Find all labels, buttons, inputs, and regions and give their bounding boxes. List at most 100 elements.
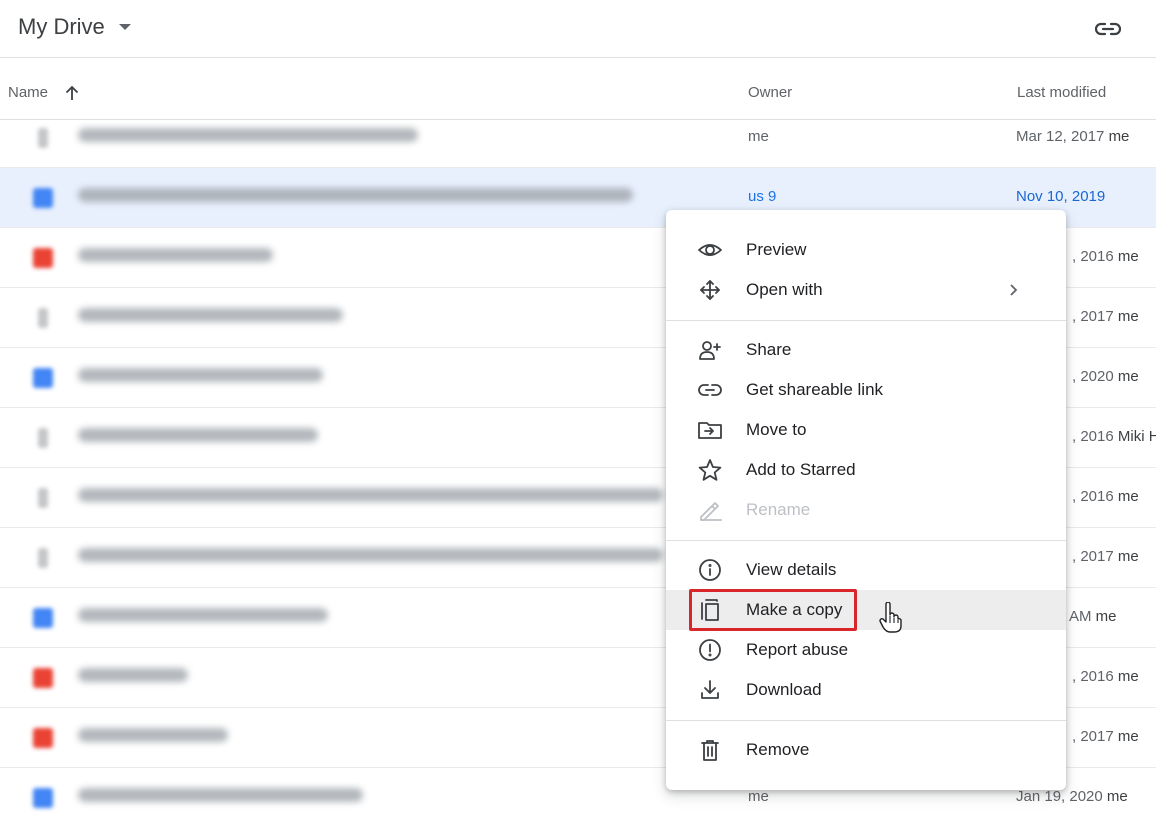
- menu-separator: [666, 320, 1066, 321]
- download-icon: [697, 678, 723, 702]
- doc-icon: [33, 608, 53, 628]
- folder-move-icon: [697, 418, 723, 442]
- menu-item-label: View details: [746, 560, 837, 579]
- dropdown-caret-icon[interactable]: [119, 24, 131, 30]
- menu-item-label: Add to Starred: [746, 460, 856, 479]
- file-name-blurred[interactable]: [78, 608, 328, 622]
- modified-date: , 2016: [1072, 248, 1114, 265]
- file-owner: me: [748, 128, 769, 145]
- menu-item-report-abuse[interactable]: Report abuse: [666, 630, 1066, 670]
- file-icon: [38, 128, 48, 148]
- modified-date: , 2017: [1072, 548, 1114, 565]
- file-name-blurred[interactable]: [78, 548, 663, 562]
- file-name-blurred[interactable]: [78, 788, 363, 802]
- menu-item-label: Move to: [746, 420, 807, 439]
- modified-by: me: [1095, 608, 1117, 625]
- menu-item-label: Remove: [746, 740, 810, 759]
- menu-item-rename: Rename: [666, 490, 1066, 530]
- menu-item-add-to-starred[interactable]: Add to Starred: [666, 450, 1066, 490]
- file-icon: [38, 548, 48, 568]
- doc-icon: [33, 368, 53, 388]
- menu-separator: [666, 540, 1066, 541]
- sort-ascending-icon[interactable]: [63, 84, 81, 102]
- modified-date: Jan 19, 2020: [1016, 788, 1103, 805]
- modified-date: Mar 12, 2017: [1016, 128, 1105, 145]
- file-name-blurred[interactable]: [78, 488, 663, 502]
- modified-by: me: [1117, 488, 1139, 505]
- file-name-blurred[interactable]: [78, 728, 228, 742]
- modified-date: AM: [1069, 608, 1092, 625]
- file-last-modified: AM me: [1069, 608, 1117, 625]
- modified-by: me: [1117, 548, 1139, 565]
- file-last-modified: , 2017 me: [1072, 728, 1139, 745]
- menu-item-label: Share: [746, 340, 792, 359]
- doc-icon: [33, 788, 53, 808]
- modified-date: , 2017: [1072, 308, 1114, 325]
- chevron-right-icon: [1006, 282, 1020, 298]
- file-icon: [38, 308, 48, 328]
- move-arrows-icon: [697, 278, 723, 302]
- menu-item-download[interactable]: Download: [666, 670, 1066, 710]
- modified-date: , 2017: [1072, 728, 1114, 745]
- info-icon: [697, 558, 723, 582]
- file-row[interactable]: me Mar 12, 2017 me: [0, 108, 1156, 168]
- pdf-icon: [33, 668, 53, 688]
- file-name-blurred[interactable]: [78, 188, 633, 202]
- hand-pointer-icon: [878, 601, 902, 634]
- menu-separator: [666, 720, 1066, 721]
- file-owner: us 9: [748, 188, 777, 205]
- pencil-icon: [697, 498, 723, 522]
- menu-item-get-shareable-link[interactable]: Get shareable link: [666, 370, 1066, 410]
- modified-date: , 2020: [1072, 368, 1114, 385]
- file-name-blurred[interactable]: [78, 428, 318, 442]
- file-last-modified: , 2017 me: [1072, 308, 1139, 325]
- file-last-modified: , 2016 me: [1072, 488, 1139, 505]
- menu-item-label: Report abuse: [746, 640, 849, 659]
- modified-by: me: [1108, 128, 1130, 145]
- modified-by: me: [1117, 728, 1139, 745]
- file-last-modified: , 2017 me: [1072, 548, 1139, 565]
- report-icon: [697, 638, 723, 662]
- file-name-blurred[interactable]: [78, 308, 343, 322]
- menu-item-remove[interactable]: Remove: [666, 730, 1066, 770]
- file-owner: me: [748, 788, 769, 805]
- link-icon: [697, 378, 723, 402]
- make-a-copy-highlight: [689, 589, 857, 631]
- drive-header: My Drive: [0, 0, 1156, 58]
- trash-icon: [697, 738, 723, 762]
- menu-item-view-details[interactable]: View details: [666, 550, 1066, 590]
- link-icon[interactable]: [1092, 14, 1124, 44]
- name-column-header[interactable]: Name: [8, 84, 48, 101]
- file-name-blurred[interactable]: [78, 668, 188, 682]
- pdf-icon: [33, 728, 53, 748]
- menu-item-open-with[interactable]: Open with: [666, 270, 1066, 310]
- modified-date: , 2016: [1072, 668, 1114, 685]
- modified-by: me: [1117, 308, 1139, 325]
- menu-item-label: Rename: [746, 500, 811, 519]
- file-last-modified: , 2016 Miki H: [1072, 428, 1156, 445]
- add-person-icon: [697, 338, 723, 362]
- modified-by: me: [1117, 248, 1139, 265]
- modified-date: , 2016: [1072, 488, 1114, 505]
- menu-item-share[interactable]: Share: [666, 330, 1066, 370]
- modified-by: me: [1106, 788, 1128, 805]
- modified-date: , 2016: [1072, 428, 1114, 445]
- file-name-blurred[interactable]: [78, 128, 418, 142]
- context-menu: Preview Open with Share Get shareable link M…: [666, 210, 1066, 790]
- last-modified-column-header[interactable]: Last modified: [1017, 84, 1106, 101]
- menu-item-label: Download: [746, 680, 822, 699]
- file-last-modified: , 2020 me: [1072, 368, 1139, 385]
- menu-item-preview[interactable]: Preview: [666, 230, 1066, 270]
- file-last-modified: , 2016 me: [1072, 668, 1139, 685]
- pdf-icon: [33, 248, 53, 268]
- file-name-blurred[interactable]: [78, 368, 323, 382]
- file-last-modified: Mar 12, 2017 me: [1016, 128, 1129, 145]
- drive-title[interactable]: My Drive: [18, 14, 105, 40]
- star-icon: [697, 458, 723, 482]
- file-last-modified: Nov 10, 2019: [1016, 188, 1105, 205]
- menu-item-move-to[interactable]: Move to: [666, 410, 1066, 450]
- file-icon: [38, 428, 48, 448]
- owner-column-header[interactable]: Owner: [748, 84, 792, 101]
- file-name-blurred[interactable]: [78, 248, 273, 262]
- modified-date: Nov 10, 2019: [1016, 188, 1106, 205]
